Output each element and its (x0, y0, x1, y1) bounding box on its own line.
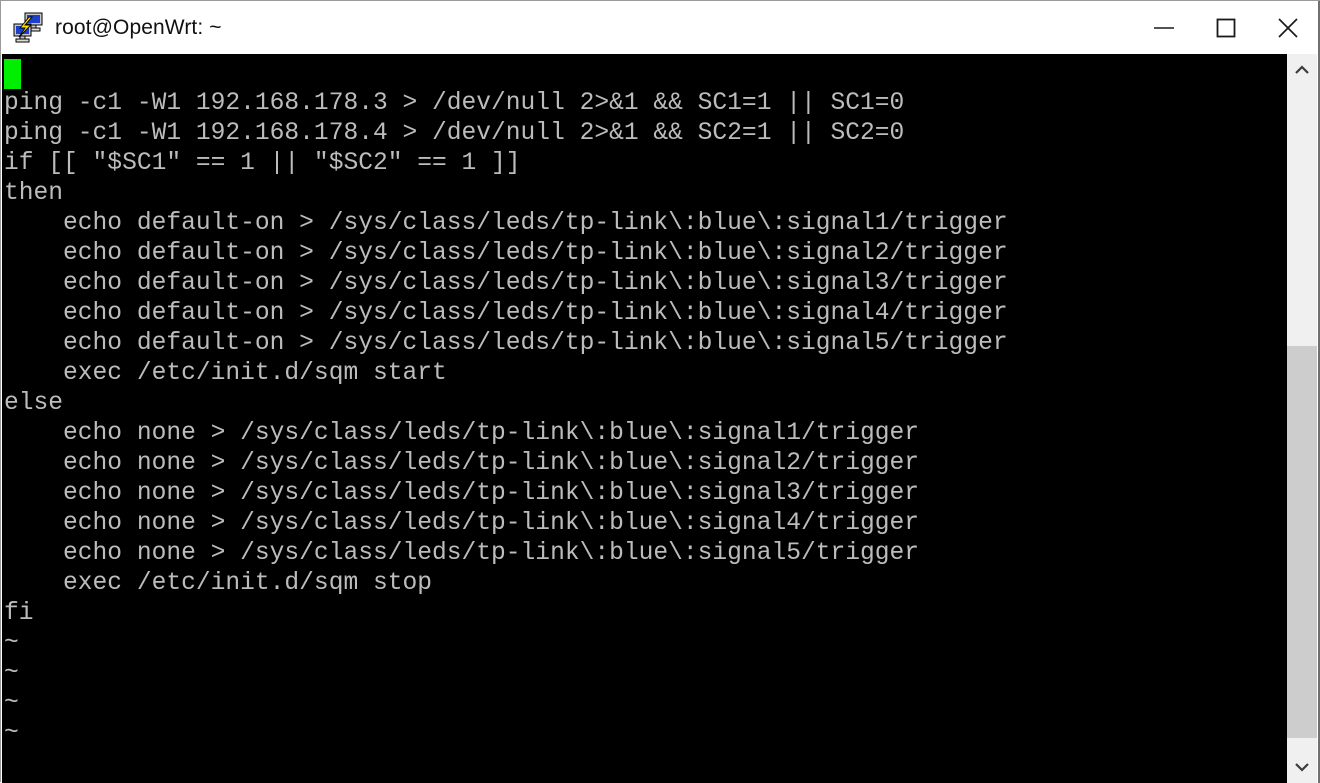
terminal-screen[interactable]: ping -c1 -W1 192.168.178.3 > /dev/null 2… (2, 54, 1286, 783)
terminal-line: else (4, 390, 64, 417)
terminal-line: echo default-on > /sys/class/leds/tp-lin… (4, 330, 1008, 357)
terminal-line: ping -c1 -W1 192.168.178.3 > /dev/null 2… (4, 90, 905, 117)
putty-window: root@OpenWrt: ~ ping -c1 -W1 192.168.178… (0, 0, 1320, 783)
window-titlebar[interactable]: root@OpenWrt: ~ (1, 1, 1319, 54)
terminal-line: exec /etc/init.d/sqm stop (4, 570, 433, 597)
terminal-line: if [[ "$SC1" == 1 || "$SC2" == 1 ]] (4, 150, 521, 177)
terminal-line: echo default-on > /sys/class/leds/tp-lin… (4, 210, 1008, 237)
terminal-line: echo none > /sys/class/leds/tp-link\:blu… (4, 420, 920, 447)
close-button[interactable] (1257, 1, 1319, 54)
chevron-down-icon[interactable] (1287, 751, 1317, 783)
terminal-line: ~ (4, 690, 19, 717)
terminal-line: echo default-on > /sys/class/leds/tp-lin… (4, 270, 1008, 297)
terminal-line: echo default-on > /sys/class/leds/tp-lin… (4, 240, 1008, 267)
window-title: root@OpenWrt: ~ (55, 15, 222, 39)
terminal-line: ~ (4, 720, 19, 747)
maximize-button[interactable] (1195, 1, 1257, 54)
terminal-line: ~ (4, 630, 19, 657)
terminal-cursor (4, 59, 21, 89)
terminal-line: exec /etc/init.d/sqm start (4, 360, 447, 387)
terminal-line: echo default-on > /sys/class/leds/tp-lin… (4, 300, 1008, 327)
terminal-line: ping -c1 -W1 192.168.178.4 > /dev/null 2… (4, 120, 905, 147)
scrollbar-thumb[interactable] (1287, 346, 1317, 738)
minimize-button[interactable] (1133, 1, 1195, 54)
terminal-scrollbar[interactable] (1286, 54, 1317, 783)
terminal-line: echo none > /sys/class/leds/tp-link\:blu… (4, 540, 920, 567)
terminal-line: echo none > /sys/class/leds/tp-link\:blu… (4, 450, 920, 477)
terminal-line: then (4, 180, 64, 207)
window-controls (1133, 1, 1319, 54)
terminal-text-area: ping -c1 -W1 192.168.178.3 > /dev/null 2… (2, 54, 1286, 749)
terminal-line: echo none > /sys/class/leds/tp-link\:blu… (4, 480, 920, 507)
putty-icon (11, 11, 45, 45)
chevron-up-icon[interactable] (1287, 54, 1317, 86)
terminal-line: echo none > /sys/class/leds/tp-link\:blu… (4, 510, 920, 537)
terminal-line: ~ (4, 660, 19, 687)
terminal-line: fi (4, 600, 34, 627)
